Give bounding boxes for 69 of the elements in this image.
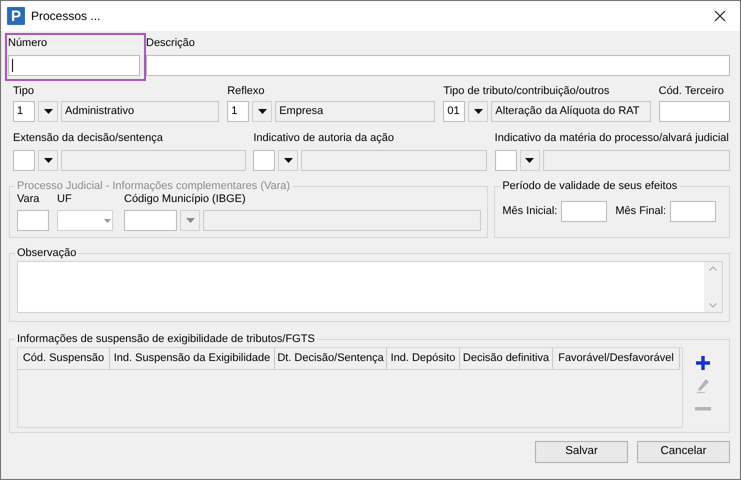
dropdown-button[interactable] (520, 150, 540, 171)
input-field[interactable] (146, 55, 730, 76)
description-field: Empresa (275, 101, 436, 122)
field-label: Indicativo de autoria da ação (253, 132, 395, 146)
input-field[interactable] (670, 201, 716, 222)
field-label: Tipo de tributo/contribuição/outros (443, 85, 610, 99)
code-field[interactable]: 1 (13, 101, 35, 122)
column-header[interactable]: Cód. Suspensão (18, 348, 110, 370)
dropdown-button[interactable] (38, 150, 58, 171)
caret-icon (525, 158, 534, 163)
group-title: Processo Judicial - Informações complementares (Vara) (16, 180, 292, 194)
field-label: Vara (17, 193, 40, 208)
description-field: Administrativo (61, 101, 220, 122)
minus-icon (695, 407, 711, 412)
text-area[interactable] (17, 261, 723, 314)
text-cursor (12, 59, 13, 72)
caret-icon (284, 158, 293, 163)
code-field[interactable] (124, 210, 177, 232)
add-button[interactable] (693, 354, 713, 372)
description-field: Alteração da Alíquota do RAT (491, 101, 651, 122)
field-label: Cód. Terceiro (658, 85, 725, 99)
column-header[interactable]: Ind. Depósito (387, 348, 460, 370)
column-header[interactable]: Dt. Decisão/Sentença (275, 348, 387, 370)
field-label: Indicativo da matéria do processo/alvará judicial (494, 132, 730, 146)
field-label: Mês Inicial: (502, 205, 558, 218)
window-title: Processos ... (31, 8, 100, 24)
group-title: Observação (16, 247, 78, 260)
input-field[interactable] (561, 201, 608, 222)
code-field[interactable]: 01 (443, 101, 466, 122)
scrollbar[interactable] (704, 262, 722, 312)
pencil-icon (696, 378, 710, 394)
dropdown-button[interactable] (252, 101, 272, 122)
column-header[interactable]: Favorável/Desfavorável (553, 348, 680, 370)
code-field[interactable]: 1 (227, 101, 250, 122)
scroll-down-icon (709, 303, 717, 308)
caret-icon (44, 158, 52, 163)
plus-icon (695, 355, 711, 372)
group-title: Informações de suspensão de exigibilidade de tributos/FGTS (16, 333, 316, 346)
dialog-button[interactable]: Salvar (535, 441, 628, 463)
caret-icon (44, 109, 52, 114)
dialog-button[interactable]: Cancelar (637, 441, 730, 463)
column-header[interactable]: Decisão definitiva (460, 348, 553, 370)
field-label: Código Município (IBGE) (124, 193, 247, 208)
caret-icon (258, 109, 267, 114)
scroll-up-icon (709, 266, 717, 272)
caret-icon (474, 109, 483, 114)
code-field[interactable] (253, 150, 276, 171)
dropdown-button[interactable] (468, 101, 488, 122)
dropdown-button[interactable] (38, 101, 58, 122)
input-field[interactable] (17, 210, 49, 232)
column-header[interactable]: Ind. Suspensão da Exigibilidade (110, 348, 275, 370)
dropdown-button[interactable] (278, 150, 298, 171)
caret-icon (104, 218, 111, 223)
field-label: Mês Final: (615, 205, 666, 218)
field-label: Extensão da decisão/sentença (13, 132, 164, 146)
code-field[interactable] (494, 150, 517, 171)
field-label: Descrição (146, 37, 196, 51)
caret-icon (186, 218, 194, 224)
input-field[interactable] (658, 101, 730, 122)
input-field[interactable] (8, 55, 140, 76)
close-icon (714, 10, 726, 22)
select-field[interactable] (57, 210, 113, 232)
field-label: Reflexo (227, 85, 266, 99)
code-field[interactable] (13, 150, 35, 171)
field-label: UF (57, 193, 73, 208)
field-label: Tipo (13, 85, 35, 99)
group-title: Período de validade de seus efeitos (501, 180, 678, 194)
field-label: Número (8, 37, 48, 51)
app-logo: P (7, 7, 25, 25)
